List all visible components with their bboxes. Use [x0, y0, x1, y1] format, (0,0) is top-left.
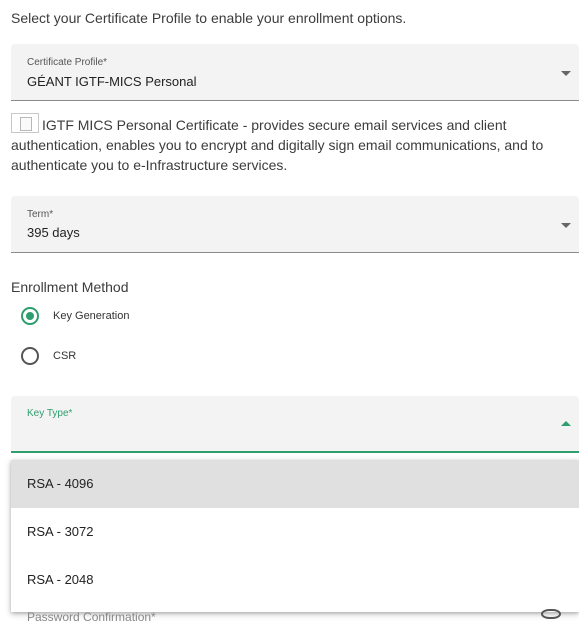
- password-confirmation-label: Password Confirmation*: [27, 610, 156, 624]
- chevron-down-icon: [561, 223, 571, 228]
- radio-checked-icon[interactable]: [21, 307, 39, 325]
- term-label: Term*: [27, 209, 54, 220]
- key-type-option-rsa-2048[interactable]: RSA - 2048: [11, 556, 579, 604]
- profile-description: IGTF MICS Personal Certificate - provide…: [11, 113, 566, 175]
- key-type-option-rsa-4096[interactable]: RSA - 4096: [11, 460, 579, 508]
- broken-image-icon: [11, 113, 39, 133]
- radio-csr-label: CSR: [53, 350, 77, 362]
- profile-description-text: IGTF MICS Personal Certificate - provide…: [11, 117, 544, 173]
- certificate-profile-value: GÉANT IGTF-MICS Personal: [27, 74, 197, 89]
- radio-csr[interactable]: CSR: [21, 345, 76, 367]
- key-type-select[interactable]: Key Type*: [11, 396, 579, 453]
- key-type-option-rsa-3072[interactable]: RSA - 3072: [11, 508, 579, 556]
- key-type-dropdown-menu: RSA - 4096 RSA - 3072 RSA - 2048: [11, 460, 579, 612]
- intro-text: Select your Certificate Profile to enabl…: [11, 10, 407, 26]
- certificate-profile-label: Certificate Profile*: [27, 57, 108, 68]
- enrollment-method-title: Enrollment Method: [11, 279, 129, 295]
- certificate-profile-select[interactable]: Certificate Profile* GÉANT IGTF-MICS Per…: [11, 44, 579, 101]
- radio-key-generation-label: Key Generation: [53, 310, 130, 322]
- chevron-up-icon: [561, 421, 571, 426]
- chevron-down-icon: [561, 71, 571, 76]
- term-select[interactable]: Term* 395 days: [11, 196, 579, 253]
- key-type-label: Key Type*: [27, 408, 73, 419]
- radio-key-generation[interactable]: Key Generation: [21, 305, 129, 327]
- term-value: 395 days: [27, 225, 80, 240]
- eye-icon[interactable]: [541, 609, 561, 619]
- radio-unchecked-icon[interactable]: [21, 347, 39, 365]
